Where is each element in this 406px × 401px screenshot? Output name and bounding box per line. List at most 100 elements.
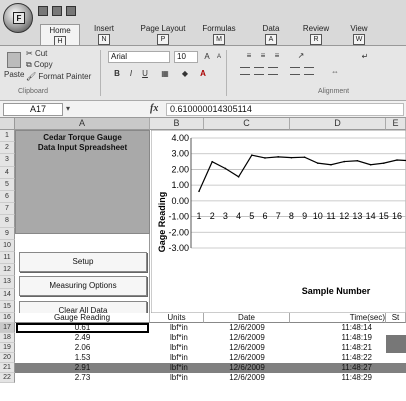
copy-label: Copy	[33, 60, 53, 69]
merge-center-icon[interactable]: ⇔	[330, 67, 340, 77]
table-cell-date[interactable]: 12/6/2009	[204, 373, 290, 383]
align-center-icon[interactable]	[254, 67, 264, 75]
row-header[interactable]: 20	[0, 353, 15, 363]
tab-review[interactable]: Review R	[298, 24, 334, 45]
table-cell-date[interactable]: 12/6/2009	[204, 363, 290, 373]
row-header[interactable]: 7	[0, 203, 15, 216]
fill-color-icon[interactable]: ◆	[180, 69, 190, 79]
table-cell-units[interactable]: lbf*in	[150, 363, 204, 373]
orientation-icon[interactable]: ↗	[296, 51, 306, 61]
table-cell-units[interactable]: lbf*in	[150, 323, 204, 333]
wrap-text-icon[interactable]: ↵	[360, 52, 370, 62]
row-header[interactable]: 2	[0, 142, 15, 155]
redo-icon[interactable]	[66, 6, 76, 16]
table-cell-time[interactable]: 11:48:29	[290, 373, 386, 383]
table-cell-reading[interactable]: 2.06	[15, 343, 150, 353]
table-cell-units[interactable]: lbf*in	[150, 373, 204, 383]
column-title[interactable]: St	[386, 313, 406, 323]
borders-icon[interactable]: ▦	[160, 69, 170, 79]
font-name-select[interactable]: Arial	[108, 51, 170, 63]
row-header[interactable]: 4	[0, 166, 15, 179]
table-cell-time[interactable]: 11:48:27	[290, 363, 386, 373]
tab-insert[interactable]: Insert N	[88, 24, 120, 45]
tab-view[interactable]: View W	[344, 24, 374, 45]
column-title[interactable]: Units	[150, 313, 204, 323]
row-header[interactable]: 1	[0, 130, 15, 143]
align-middle-icon[interactable]: ≡	[258, 51, 268, 61]
table-cell-time[interactable]: 11:48:19	[290, 333, 386, 343]
table-cell-date[interactable]: 12/6/2009	[204, 343, 290, 353]
table-cell-reading[interactable]: 2.91	[15, 363, 150, 373]
italic-icon[interactable]: I	[126, 69, 136, 79]
row-header[interactable]: 9	[0, 227, 15, 240]
table-cell-reading[interactable]: 2.49	[15, 333, 150, 343]
select-all-button[interactable]	[0, 118, 15, 130]
table-cell-date[interactable]: 12/6/2009	[204, 323, 290, 333]
row-header[interactable]: 15	[0, 300, 15, 313]
row-header[interactable]: 17	[0, 323, 15, 333]
row-header[interactable]: 14	[0, 288, 15, 301]
row-header[interactable]: 13	[0, 276, 15, 289]
table-cell-time[interactable]: 11:48:21	[290, 343, 386, 353]
table-cell-date[interactable]: 12/6/2009	[204, 333, 290, 343]
office-button[interactable]: F	[3, 3, 33, 33]
row-header[interactable]: 19	[0, 343, 15, 353]
table-cell-reading[interactable]: 1.53	[15, 353, 150, 363]
paste-button[interactable]: Paste	[4, 52, 24, 79]
row-header[interactable]: 16	[0, 313, 15, 323]
row-header[interactable]: 22	[0, 373, 15, 383]
setup-button[interactable]: Setup	[19, 252, 147, 272]
column-title[interactable]: Time(sec)	[290, 313, 386, 323]
column-header-b[interactable]: B	[150, 118, 204, 130]
tab-data[interactable]: Data A	[256, 24, 286, 45]
table-cell-reading[interactable]: 2.73	[15, 373, 150, 383]
table-cell-units[interactable]: lbf*in	[150, 333, 204, 343]
increase-indent-icon[interactable]	[304, 67, 314, 75]
name-box[interactable]: A17	[3, 103, 63, 116]
cut-button[interactable]: ✂ Cut	[26, 49, 47, 58]
save-icon[interactable]	[38, 6, 48, 16]
align-bottom-icon[interactable]: ≡	[272, 51, 282, 61]
align-left-icon[interactable]	[240, 67, 250, 75]
table-cell-units[interactable]: lbf*in	[150, 343, 204, 353]
table-cell-date[interactable]: 12/6/2009	[204, 353, 290, 363]
bold-icon[interactable]: B	[112, 69, 122, 79]
decrease-indent-icon[interactable]	[290, 67, 300, 75]
row-header[interactable]: 5	[0, 178, 15, 191]
tab-home[interactable]: Home H	[40, 24, 80, 47]
tab-page-layout[interactable]: Page Layout P	[138, 24, 188, 45]
formula-input[interactable]: 0.610000014305114	[166, 103, 404, 116]
align-top-icon[interactable]: ≡	[244, 51, 254, 61]
grow-font-icon[interactable]: A	[202, 52, 212, 62]
copy-button[interactable]: ⧉ Copy	[26, 60, 53, 70]
name-box-dropdown-icon[interactable]: ▾	[66, 104, 70, 113]
insert-function-icon[interactable]: fx	[150, 103, 158, 114]
column-title[interactable]: Date	[204, 313, 290, 323]
column-header-e[interactable]: E	[386, 118, 406, 130]
row-header[interactable]: 11	[0, 252, 15, 265]
align-right-icon[interactable]	[268, 67, 278, 75]
row-header[interactable]: 8	[0, 215, 15, 228]
tab-formulas[interactable]: Formulas M	[197, 24, 241, 45]
row-header[interactable]: 10	[0, 239, 15, 252]
column-header-c[interactable]: C	[204, 118, 290, 130]
font-color-icon[interactable]: A	[198, 69, 208, 79]
table-cell-time[interactable]: 11:48:22	[290, 353, 386, 363]
table-cell-units[interactable]: lbf*in	[150, 353, 204, 363]
row-header[interactable]: 6	[0, 191, 15, 204]
row-header[interactable]: 3	[0, 154, 15, 167]
row-header[interactable]: 21	[0, 363, 15, 373]
format-painter-button[interactable]: 🖌 Format Painter	[26, 72, 91, 81]
table-cell-time[interactable]: 11:48:14	[290, 323, 386, 333]
gage-reading-chart[interactable]: 4.003.002.001.000.00-1.00-2.00-3.00 1234…	[151, 130, 406, 313]
undo-icon[interactable]	[52, 6, 62, 16]
measuring-options-button[interactable]: Measuring Options	[19, 276, 147, 296]
underline-icon[interactable]: U	[140, 69, 150, 79]
row-header[interactable]: 18	[0, 333, 15, 343]
shrink-font-icon[interactable]: A	[214, 52, 224, 62]
font-size-select[interactable]: 10	[174, 51, 198, 63]
column-header-a[interactable]: A	[15, 118, 150, 130]
column-title[interactable]: Gauge Reading	[15, 313, 150, 323]
row-header[interactable]: 12	[0, 264, 15, 277]
column-header-d[interactable]: D	[290, 118, 386, 130]
